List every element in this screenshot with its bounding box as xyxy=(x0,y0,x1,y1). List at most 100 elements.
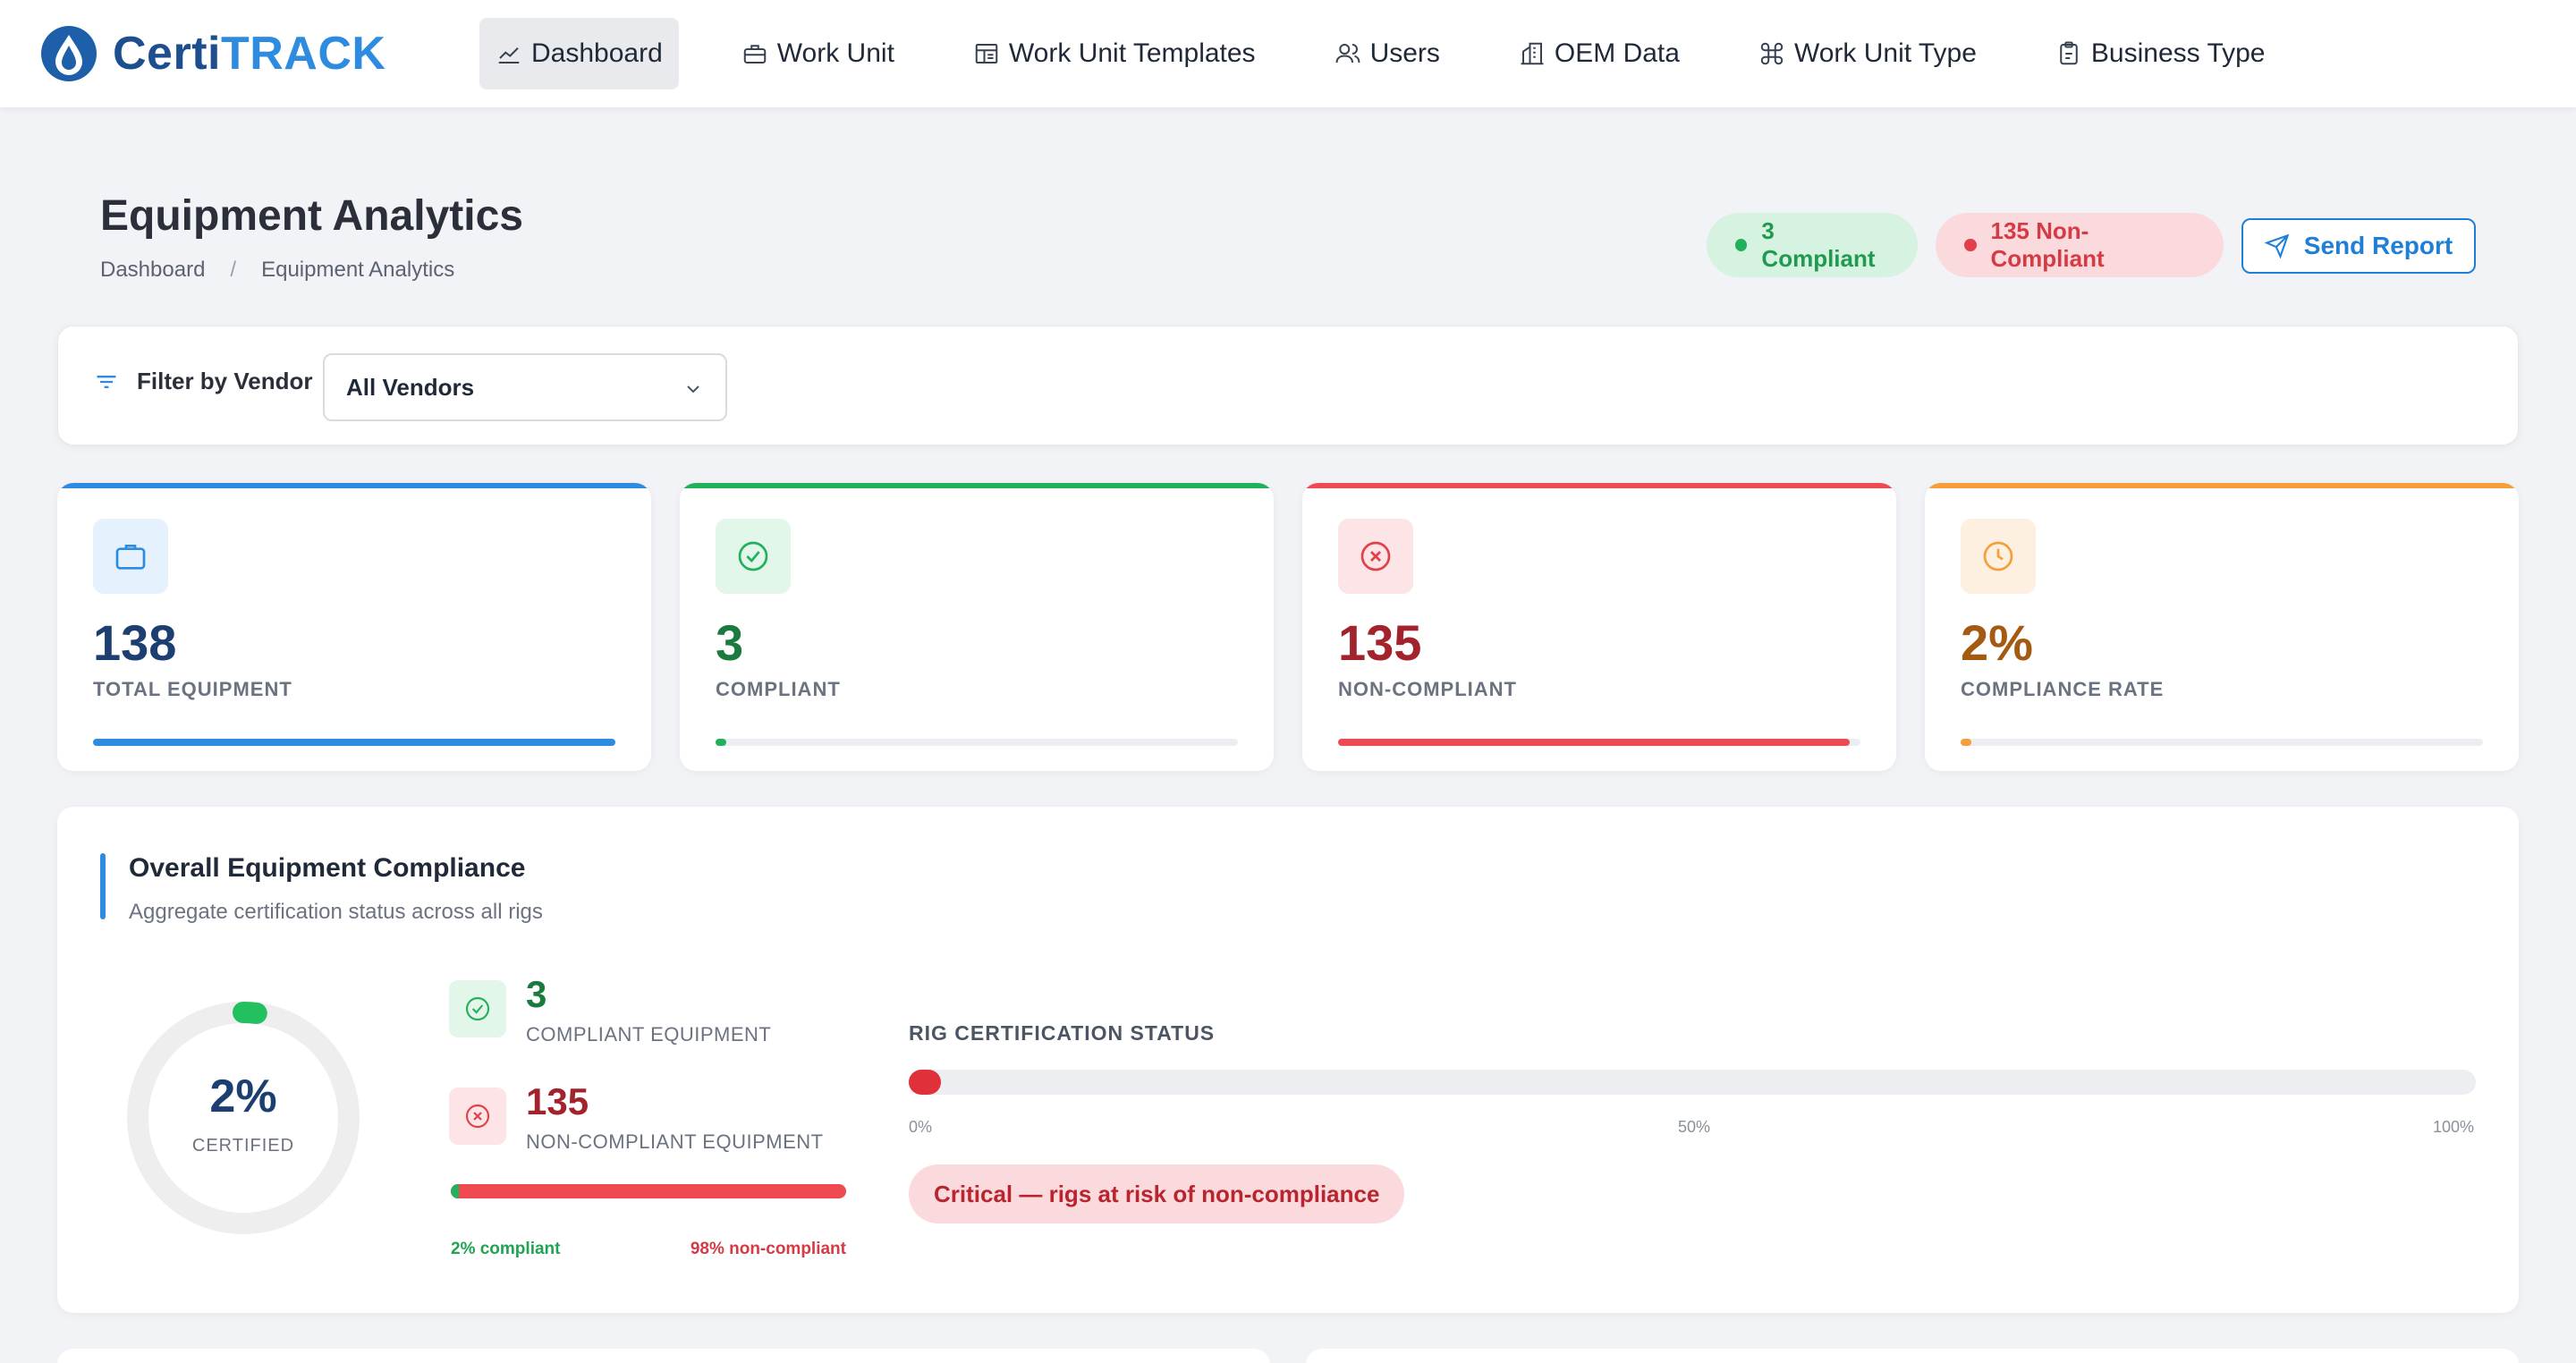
filter-panel: Filter by Vendor All Vendors xyxy=(57,326,2519,445)
stat-progress-track xyxy=(716,739,1238,746)
overall-compliance-card: Overall Equipment Compliance Aggregate c… xyxy=(57,807,2519,1313)
top-navbar: CertiTRACK Dashboard Work Unit Work Unit… xyxy=(0,0,2576,107)
send-icon xyxy=(2264,233,2290,258)
compliant-count: 3 xyxy=(526,973,547,1015)
page-title: Equipment Analytics xyxy=(100,192,523,240)
users-icon xyxy=(1335,40,1361,67)
stat-progress-track xyxy=(1338,739,1860,746)
nav-users[interactable]: Users xyxy=(1318,18,1456,89)
app-logo[interactable]: CertiTRACK xyxy=(41,25,386,82)
nav-label: Work Unit Templates xyxy=(1008,38,1256,68)
command-icon xyxy=(1758,40,1785,67)
stat-value: 135 xyxy=(1338,614,1422,671)
filter-label: Filter by Vendor xyxy=(94,368,313,395)
status-dot-icon xyxy=(1735,239,1748,251)
rig-tick-label: 100% xyxy=(2433,1118,2475,1136)
section-title: Overall Equipment Compliance xyxy=(129,853,526,883)
breadcrumb-link-dashboard[interactable]: Dashboard xyxy=(100,258,205,283)
breadcrumb-current: Equipment Analytics xyxy=(261,258,455,282)
check-circle-icon xyxy=(465,996,490,1021)
noncompliant-badge-label: 135 Non-Compliant xyxy=(1990,217,2105,272)
nav-work-unit-type[interactable]: Work Unit Type xyxy=(1742,18,1993,89)
logo-mark-icon xyxy=(41,26,97,81)
check-circle-icon xyxy=(738,541,768,571)
noncompliant-count: 135 xyxy=(526,1080,589,1122)
lower-card-right xyxy=(1306,1349,2519,1363)
lower-card-left xyxy=(57,1349,1270,1363)
stat-progress-fill xyxy=(1961,739,1971,746)
stat-label: COMPLIANCE RATE xyxy=(1961,678,2165,700)
section-accent-bar xyxy=(100,853,106,919)
compliant-badge-label: 3 Compliant xyxy=(1761,217,1876,272)
nav-label: Work Unit xyxy=(776,38,894,68)
split-bar-compliant xyxy=(451,1184,459,1198)
vendor-select[interactable]: All Vendors xyxy=(323,353,727,421)
stat-value: 138 xyxy=(93,614,177,671)
stat-accent-line xyxy=(680,483,1274,488)
rig-status-track xyxy=(909,1070,2476,1095)
briefcase-icon xyxy=(115,545,146,570)
stat-accent-line xyxy=(1925,483,2519,488)
vendor-select-value: All Vendors xyxy=(346,373,475,401)
stat-label: TOTAL EQUIPMENT xyxy=(93,678,292,700)
stat-progress-fill xyxy=(716,739,726,746)
nav-business-type[interactable]: Business Type xyxy=(2039,18,2282,89)
chevron-down-icon xyxy=(687,385,699,394)
rig-tick-label: 0% xyxy=(909,1118,933,1136)
rig-status-title: RIG CERTIFICATION STATUS xyxy=(909,1021,1216,1045)
main-nav: Dashboard Work Unit Work Unit Templates … xyxy=(479,18,2327,89)
split-compliant-text: 2% compliant xyxy=(451,1240,561,1258)
nav-oem-data[interactable]: OEM Data xyxy=(1503,18,1696,89)
toolbox-icon xyxy=(741,40,768,67)
stat-icon-box xyxy=(93,519,168,594)
compliant-label: COMPLIANT EQUIPMENT xyxy=(526,1023,772,1046)
stat-card-compliant: 3 COMPLIANT xyxy=(680,483,1274,771)
compliance-split-bar xyxy=(451,1184,846,1198)
noncompliant-label: NON-COMPLIANT EQUIPMENT xyxy=(526,1130,824,1153)
rig-status-fill xyxy=(909,1070,941,1095)
split-noncompliant-text: 98% non-compliant xyxy=(690,1240,846,1258)
stat-card-compliance-rate: 2% COMPLIANCE RATE xyxy=(1925,483,2519,771)
clipboard-icon xyxy=(2055,40,2082,67)
nav-label: Work Unit Type xyxy=(1793,38,1977,68)
x-circle-icon xyxy=(465,1104,490,1129)
nav-label: Dashboard xyxy=(531,38,663,68)
building-icon xyxy=(1519,40,1546,67)
stat-progress-track xyxy=(1961,739,2483,746)
breadcrumb-separator: / xyxy=(230,258,237,282)
nav-label: Users xyxy=(1369,38,1440,68)
stat-accent-line xyxy=(57,483,651,488)
compliant-badge: 3 Compliant xyxy=(1707,213,1918,277)
noncompliant-badge: 135 Non-Compliant xyxy=(1936,213,2224,277)
stat-icon-box xyxy=(716,519,791,594)
status-dot-icon xyxy=(1964,239,1977,251)
critical-alert-badge: Critical — rigs at risk of non-complianc… xyxy=(909,1164,1405,1223)
rig-tick-label: 50% xyxy=(1678,1118,1711,1136)
nav-label: OEM Data xyxy=(1554,38,1680,68)
stat-value: 2% xyxy=(1961,614,2033,671)
stat-value: 3 xyxy=(716,614,744,671)
nav-label: Business Type xyxy=(2090,38,2266,68)
stat-card-total: 138 TOTAL EQUIPMENT xyxy=(57,483,651,771)
stat-progress-fill xyxy=(93,739,615,746)
stat-label: NON-COMPLIANT xyxy=(1338,678,1517,700)
nav-work-unit-templates[interactable]: Work Unit Templates xyxy=(957,18,1272,89)
send-report-button[interactable]: Send Report xyxy=(2241,218,2476,274)
stat-icon-box xyxy=(449,980,506,1037)
stat-progress-fill xyxy=(1338,739,1851,746)
filter-icon xyxy=(97,375,116,388)
stat-progress-track xyxy=(93,739,615,746)
donut-label: CERTIFIED xyxy=(191,1136,295,1156)
template-icon xyxy=(973,40,1000,67)
x-circle-icon xyxy=(1360,541,1391,571)
chart-line-icon xyxy=(496,40,522,67)
stat-icon-box xyxy=(1961,519,2036,594)
stat-card-noncompliant: 135 NON-COMPLIANT xyxy=(1302,483,1896,771)
stat-label: COMPLIANT xyxy=(716,678,841,700)
nav-dashboard[interactable]: Dashboard xyxy=(479,18,679,89)
nav-work-unit[interactable]: Work Unit xyxy=(725,18,911,89)
clock-icon xyxy=(1983,541,2013,571)
stat-icon-box xyxy=(449,1088,506,1145)
send-report-label: Send Report xyxy=(2303,232,2453,259)
donut-value: 2% xyxy=(209,1071,277,1122)
